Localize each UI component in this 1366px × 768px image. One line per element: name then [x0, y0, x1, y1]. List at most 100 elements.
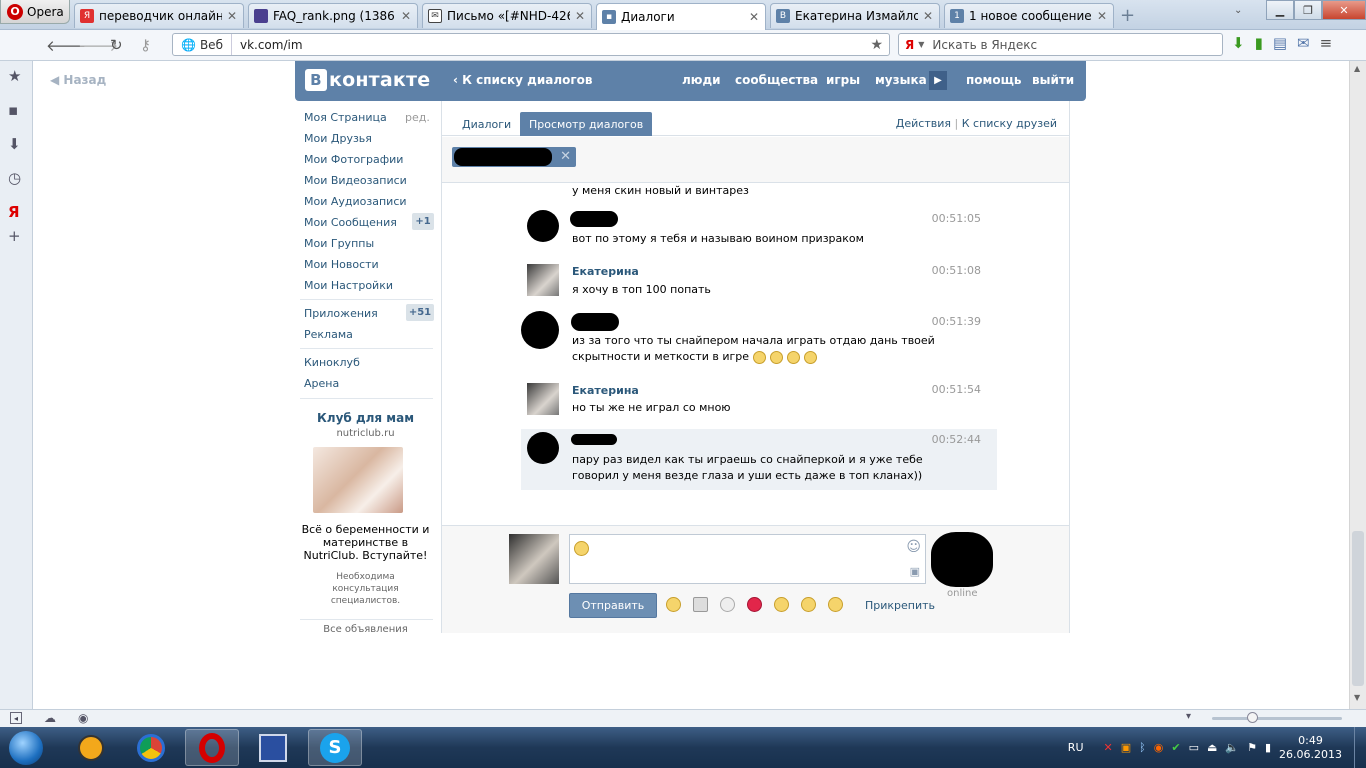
menu-news[interactable]: Мои Новости	[304, 258, 379, 271]
add-panel-icon[interactable]: +	[8, 227, 21, 245]
tray-app-icon[interactable]: ▣	[1121, 741, 1131, 754]
close-icon[interactable]: ✕	[1097, 9, 1107, 23]
new-tab-icon[interactable]: +	[1120, 5, 1135, 26]
friends-list-link[interactable]: К списку друзей	[962, 117, 1057, 130]
nav-communities[interactable]: сообщества	[735, 73, 818, 87]
actions-link[interactable]: Действия	[896, 117, 951, 130]
menu-settings[interactable]: Мои Настройки	[304, 279, 393, 292]
language-indicator[interactable]: RU	[1068, 741, 1084, 754]
nav-people[interactable]: люди	[682, 73, 721, 87]
chevron-down-icon[interactable]: ▼	[918, 40, 924, 49]
speed-dial-icon[interactable]: ◉	[78, 711, 88, 725]
lips-emoji-icon[interactable]	[747, 597, 762, 612]
minimize-icon[interactable]: ▁	[1266, 0, 1294, 20]
message-author[interactable]: Екатерина	[572, 384, 639, 397]
ekaterina-avatar[interactable]	[527, 383, 559, 415]
back-to-dialogs-link[interactable]: ‹ К списку диалогов	[453, 73, 593, 87]
scroll-thumb[interactable]	[1352, 531, 1364, 686]
taskbar-chrome[interactable]	[124, 729, 178, 766]
menu-apps[interactable]: Приложения	[304, 307, 378, 320]
ad-title[interactable]: Клуб для мам	[298, 411, 433, 425]
nav-logout[interactable]: выйти	[1032, 73, 1074, 87]
smile-emoji-icon[interactable]	[801, 597, 816, 612]
nav-help[interactable]: помощь	[966, 73, 1021, 87]
back-link[interactable]: ◀ Назад	[50, 73, 106, 87]
all-ads-link[interactable]: Все объявления	[298, 624, 433, 635]
menu-icon[interactable]: ≡	[1320, 34, 1333, 52]
recipient-avatar[interactable]	[931, 532, 993, 587]
menu-kinoclub[interactable]: Киноклуб	[304, 356, 360, 369]
smiley-picker-icon[interactable]: ☺	[906, 539, 921, 555]
recipient-chip[interactable]: ✕	[452, 147, 576, 167]
tab-dialogs-list[interactable]: Диалоги	[453, 112, 520, 136]
volume-icon[interactable]: 🔈	[1225, 741, 1239, 754]
notes-icon[interactable]: ▤	[1273, 34, 1287, 52]
tray-opera-icon[interactable]: ◉	[1154, 741, 1164, 754]
taskbar-opera[interactable]	[185, 729, 239, 766]
tab-translator[interactable]: Япереводчик онлайн ..... ✕	[74, 3, 244, 28]
remove-recipient-icon[interactable]: ✕	[560, 149, 571, 164]
restore-icon[interactable]: ❐	[1294, 0, 1322, 20]
ad-image[interactable]	[313, 447, 403, 513]
vk-logo[interactable]: Вконтакте	[305, 69, 430, 91]
nav-games[interactable]: игры	[826, 73, 860, 87]
redacted-avatar[interactable]	[527, 210, 559, 242]
start-button[interactable]	[0, 729, 52, 766]
menu-friends[interactable]: Мои Друзья	[304, 132, 372, 145]
more-arrow-icon[interactable]: ▶	[929, 71, 947, 90]
nav-music[interactable]: музыка	[875, 73, 927, 87]
menu-groups[interactable]: Мои Группы	[304, 237, 374, 250]
ad-text[interactable]: Всё о беременности и материнстве в Nutri…	[298, 523, 433, 562]
usb-icon[interactable]: ⏏	[1207, 741, 1217, 754]
mail-icon[interactable]: ✉	[1297, 34, 1310, 52]
ghost-emoji-icon[interactable]	[720, 597, 735, 612]
knife-emoji-icon[interactable]	[693, 597, 708, 612]
history-clock-icon[interactable]: ◷	[8, 169, 21, 187]
send-button[interactable]: Отправить	[569, 593, 657, 618]
ad-domain[interactable]: nutriclub.ru	[298, 428, 433, 439]
taskbar-skype[interactable]: S	[308, 729, 362, 766]
download-icon[interactable]: ⬇	[1232, 34, 1245, 52]
signal-icon[interactable]: ▮	[1265, 741, 1271, 754]
message-input[interactable]: ☺ ▣	[569, 534, 926, 584]
tray-network-off-icon[interactable]: ✕	[1104, 741, 1113, 754]
web-security-badge[interactable]: 🌐 Веб	[173, 34, 232, 55]
zoom-out-icon[interactable]: ▾	[1186, 711, 1191, 722]
tray-monitor-icon[interactable]: ▭	[1189, 741, 1199, 754]
menu-photos[interactable]: Мои Фотографии	[304, 153, 403, 166]
my-avatar[interactable]	[509, 534, 559, 584]
bookmarks-star-icon[interactable]: ★	[8, 67, 21, 85]
blushing-emoji-icon[interactable]	[774, 597, 789, 612]
menu-videos[interactable]: Мои Видеозаписи	[304, 174, 407, 187]
bluetooth-icon[interactable]: ᛒ	[1139, 741, 1146, 754]
tab-dialogs[interactable]: ▪ Диалоги ✕	[596, 3, 766, 30]
wink-tongue-emoji-icon[interactable]	[828, 597, 843, 612]
panel-toggle-icon[interactable]: ◂	[10, 712, 22, 724]
camera-icon[interactable]: ▣	[910, 565, 920, 578]
close-icon[interactable]: ✕	[227, 9, 237, 23]
tab-new-message[interactable]: 1 1 новое сообщение ✕	[944, 3, 1114, 28]
edit-link[interactable]: ред.	[405, 111, 430, 124]
message-author[interactable]: Екатерина	[572, 265, 639, 278]
menu-my-page[interactable]: Моя Страница	[304, 111, 387, 124]
menu-audio[interactable]: Мои Аудиозаписи	[304, 195, 407, 208]
close-icon[interactable]: ✕	[575, 9, 585, 23]
close-icon[interactable]: ✕	[401, 9, 411, 23]
flag-icon[interactable]: ⚑	[1247, 741, 1257, 754]
page-scrollbar[interactable]: ▲ ▼	[1349, 61, 1366, 709]
tab-faq-rank[interactable]: FAQ_rank.png (1386×2... ✕	[248, 3, 418, 28]
tab-menu-chevron-icon[interactable]: ⌄	[1234, 5, 1242, 16]
ekaterina-avatar[interactable]	[527, 264, 559, 296]
attach-link[interactable]: Прикрепить	[865, 599, 935, 612]
signal-bars-icon[interactable]: ▮	[1255, 34, 1263, 52]
menu-arena[interactable]: Арена	[304, 377, 339, 390]
redacted-avatar[interactable]	[527, 432, 559, 464]
taskbar-avast[interactable]	[64, 729, 118, 766]
grin-emoji-icon[interactable]	[666, 597, 681, 612]
key-icon[interactable]: ⚷	[140, 36, 151, 54]
search-field[interactable]: Я ▼ Искать в Яндекс	[898, 33, 1223, 56]
scroll-down-icon[interactable]: ▼	[1354, 693, 1360, 702]
taskbar-save-app[interactable]	[246, 729, 300, 766]
redacted-avatar[interactable]	[521, 311, 559, 349]
tab-letter[interactable]: ✉ Письмо «[#NHD-426-... ✕	[422, 3, 592, 28]
